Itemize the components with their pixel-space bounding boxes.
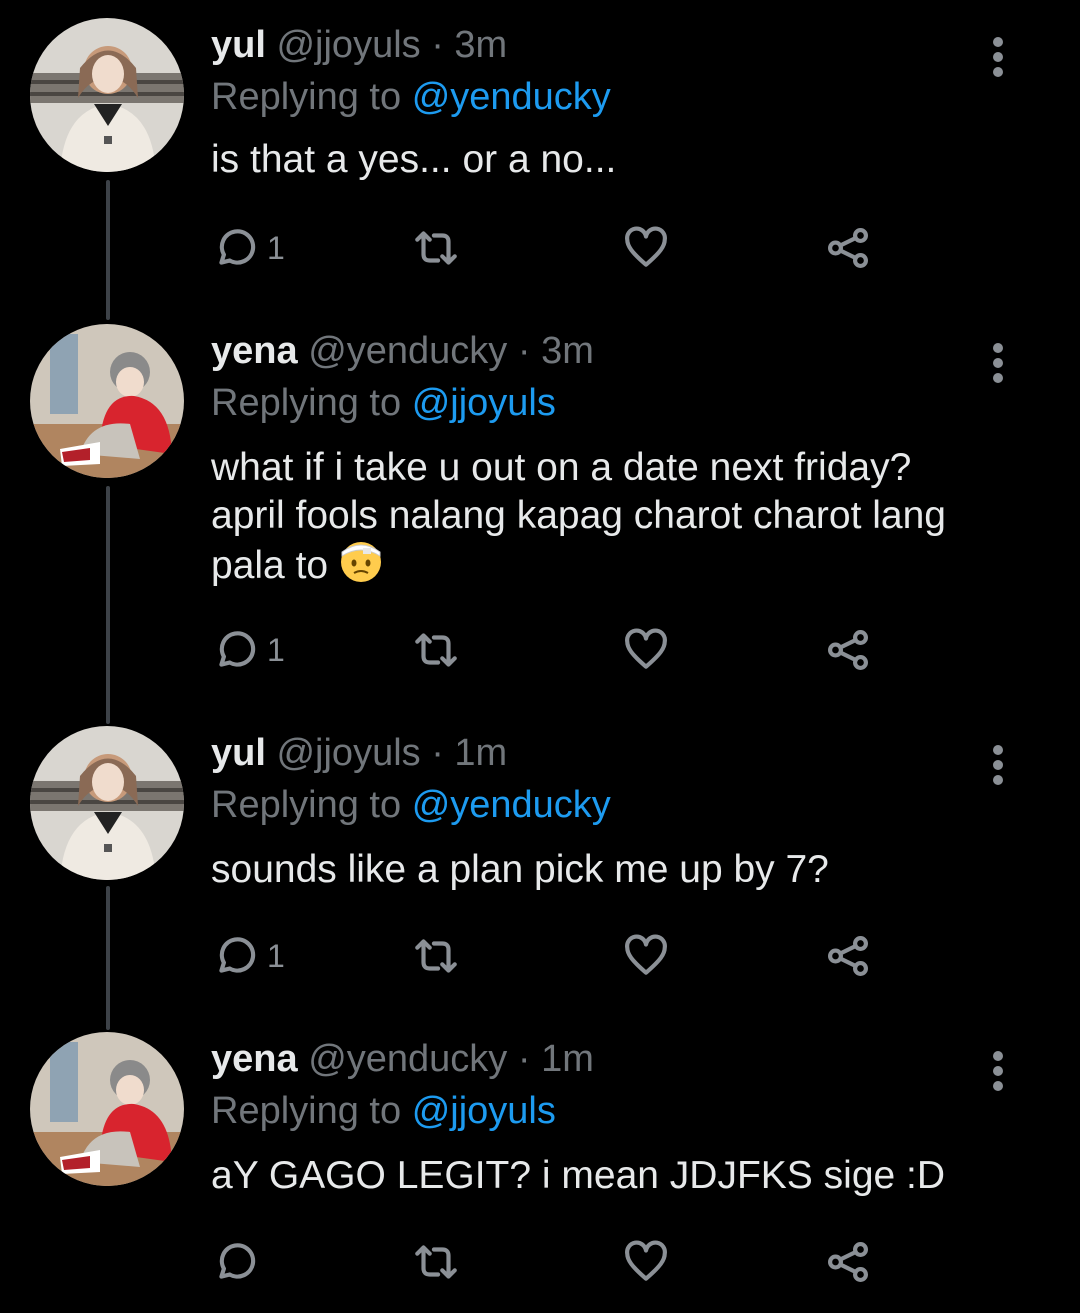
retweet-button[interactable] [411, 1232, 461, 1292]
reply-button[interactable]: 1 [211, 218, 285, 278]
replying-prefix: Replying to [211, 382, 402, 424]
tweet-header: yena @yenducky · 3m [211, 328, 594, 374]
display-name[interactable]: yul [211, 24, 266, 66]
share-icon [828, 630, 868, 670]
reply-icon [219, 1243, 256, 1279]
display-name[interactable]: yena [211, 1038, 298, 1080]
retweet-button[interactable] [411, 926, 461, 986]
like-button[interactable] [621, 926, 671, 986]
tweet-header: yul @jjoyuls · 1m [211, 730, 507, 776]
action-bar: 1 [211, 926, 891, 986]
tweet-header: yena @yenducky · 1m [211, 1036, 594, 1082]
replying-prefix: Replying to [211, 784, 402, 826]
tweet-text-line: pala to [211, 540, 1051, 596]
reply-count: 1 [267, 631, 285, 668]
reply-icon [219, 229, 256, 265]
separator-dot: · [431, 24, 444, 66]
tweet-text-line: april fools nalang kapag charot charot l… [211, 494, 946, 537]
separator-dot: · [517, 1038, 531, 1080]
more-options-icon[interactable] [985, 1048, 1011, 1098]
like-icon [625, 934, 667, 975]
share-icon [828, 936, 868, 976]
replying-to: Replying to @yenducky [211, 782, 611, 828]
tweet[interactable]: yul @jjoyuls · 3m Replying to @yenducky … [0, 18, 1080, 318]
like-icon [625, 226, 667, 267]
retweet-icon [415, 633, 457, 667]
tweet-text: what if i take u out on a date next frid… [211, 444, 1051, 596]
more-options-icon[interactable] [985, 34, 1011, 84]
share-icon [828, 1242, 868, 1282]
reply-button[interactable] [211, 1232, 267, 1292]
timestamp[interactable]: 3m [541, 330, 594, 372]
mention-link[interactable]: @jjoyuls [412, 1090, 556, 1132]
share-button[interactable] [823, 926, 873, 986]
tweet-text: sounds like a plan pick me up by 7? [211, 848, 829, 891]
like-icon [625, 1240, 667, 1281]
action-bar [211, 1232, 891, 1292]
face-with-head-bandage-icon [339, 540, 383, 596]
display-name[interactable]: yena [211, 330, 298, 372]
replying-to: Replying to @jjoyuls [211, 1088, 556, 1134]
reply-count: 1 [267, 229, 285, 266]
reply-icon [219, 937, 256, 973]
timestamp[interactable]: 3m [454, 24, 507, 66]
more-options-icon[interactable] [985, 742, 1011, 792]
action-bar: 1 [211, 218, 891, 278]
avatar[interactable] [30, 18, 184, 172]
replying-prefix: Replying to [211, 1090, 402, 1132]
user-handle[interactable]: @jjoyuls [276, 732, 420, 774]
action-bar: 1 [211, 620, 891, 680]
separator-dot: · [431, 732, 444, 774]
retweet-icon [415, 231, 457, 265]
reply-button[interactable]: 1 [211, 620, 285, 680]
share-button[interactable] [823, 620, 873, 680]
tweet[interactable]: yul @jjoyuls · 1m Replying to @yenducky … [0, 726, 1080, 1016]
share-button[interactable] [823, 218, 873, 278]
mention-link[interactable]: @yenducky [412, 784, 611, 826]
timestamp[interactable]: 1m [541, 1038, 594, 1080]
retweet-button[interactable] [411, 620, 461, 680]
user-handle[interactable]: @yenducky [308, 330, 507, 372]
retweet-icon [415, 939, 457, 973]
replying-to: Replying to @yenducky [211, 74, 611, 120]
like-button[interactable] [621, 1232, 671, 1292]
reply-button[interactable]: 1 [211, 926, 285, 986]
like-button[interactable] [621, 218, 671, 278]
retweet-icon [415, 1245, 457, 1279]
retweet-button[interactable] [411, 218, 461, 278]
display-name[interactable]: yul [211, 732, 266, 774]
user-handle[interactable]: @yenducky [308, 1038, 507, 1080]
like-button[interactable] [621, 620, 671, 680]
more-options-icon[interactable] [985, 340, 1011, 390]
tweet[interactable]: yena @yenducky · 1m Replying to @jjoyuls… [0, 1032, 1080, 1302]
replying-prefix: Replying to [211, 76, 402, 118]
share-icon [828, 228, 868, 268]
mention-link[interactable]: @jjoyuls [412, 382, 556, 424]
like-icon [625, 628, 667, 669]
separator-dot: · [517, 330, 531, 372]
tweet-text: is that a yes... or a no... [211, 138, 617, 181]
reply-count: 1 [267, 937, 285, 974]
tweet[interactable]: yena @yenducky · 3m Replying to @jjoyuls… [0, 324, 1080, 704]
share-button[interactable] [823, 1232, 873, 1292]
user-handle[interactable]: @jjoyuls [276, 24, 420, 66]
avatar[interactable] [30, 726, 184, 880]
reply-icon [219, 631, 256, 667]
timestamp[interactable]: 1m [454, 732, 507, 774]
avatar[interactable] [30, 324, 184, 478]
avatar[interactable] [30, 1032, 184, 1186]
replying-to: Replying to @jjoyuls [211, 380, 556, 426]
tweet-header: yul @jjoyuls · 3m [211, 22, 507, 68]
tweet-text-line: what if i take u out on a date next frid… [211, 446, 912, 489]
mention-link[interactable]: @yenducky [412, 76, 611, 118]
tweet-text: aY GAGO LEGIT? i mean JDJFKS sige :D [211, 1154, 946, 1197]
